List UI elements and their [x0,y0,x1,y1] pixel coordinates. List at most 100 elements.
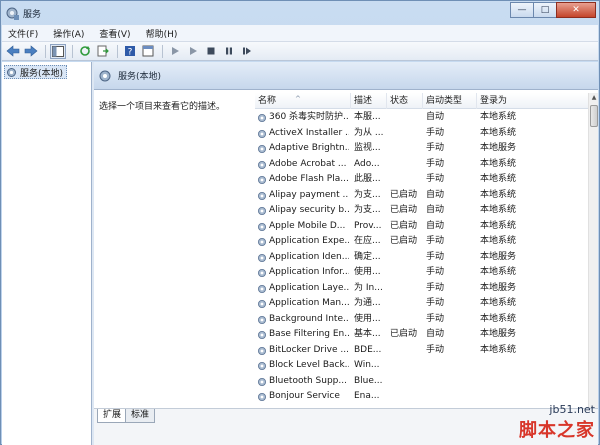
console-tree: 服务(本地) [2,62,92,445]
tab-standard[interactable]: 标准 [125,409,156,423]
service-row[interactable]: Bluetooth Supp... Blue... [255,374,588,390]
service-row[interactable]: ActiveX Installer ... 为从 ... 手动 本地系统 [255,126,588,142]
services-gear-icon [99,70,111,81]
service-row[interactable]: Adobe Acrobat ... Ado... 手动 本地系统 [255,157,588,173]
service-row[interactable]: Alipay payment ... 为支... 已启动 自动 本地系统 [255,188,588,204]
window-title: 服务 [23,10,42,20]
service-name: Alipay payment ... [269,189,349,200]
sort-ascending-icon: ^ [295,95,301,103]
play-icon [190,47,197,55]
service-row[interactable]: Application Iden... 确定... 手动 本地服务 [255,250,588,266]
service-startup-type: 自动 [426,112,445,122]
services-pane: 服务(本地) 选择一个项目来查看它的描述。 名称 ^ 描述 状态 启动类型 登录… [94,62,598,445]
services-window: 服务 — □ ✕ 文件(F) 操作(A) 查看(V) 帮助(H) ? 服务(本地… [0,0,600,445]
list-header: 名称 ^ 描述 状态 启动类型 登录为 [255,93,588,109]
service-log-on-as: 本地服务 [480,282,517,293]
service-status [390,265,423,281]
tree-item-services-local[interactable]: 服务(本地) [4,65,68,79]
service-gear-icon [258,129,266,138]
service-description: 监视... [354,143,381,153]
toolbar: ? [2,42,598,61]
vertical-scrollbar[interactable]: ▲ [588,93,598,408]
service-name: Alipay security b... [269,205,349,215]
service-status: 已启动 [390,220,418,231]
service-row[interactable]: Application Laye... 为 In... 手动 本地服务 [255,281,588,297]
menu-file[interactable]: 文件(F) [8,27,38,40]
service-gear-icon [258,114,266,122]
refresh-button[interactable] [77,44,93,59]
column-header-description[interactable]: 描述 [351,93,387,109]
start-service-alt-button[interactable] [185,44,201,59]
title-bar[interactable]: 服务 — □ ✕ [1,1,599,25]
services-list: 名称 ^ 描述 状态 启动类型 登录为 360 杀毒实时防护... 本服... 自动… [255,93,588,408]
service-startup-type: 手动 [426,298,445,308]
back-button[interactable] [5,44,21,59]
help-button[interactable]: ? [122,44,138,59]
service-status [390,110,423,126]
menu-help[interactable]: 帮助(H) [146,27,178,40]
main-content: 服务(本地) 服务(本地) 选择一个项目来查看它的描述。 名称 ^ 描述 状态 … [2,62,598,445]
service-status [390,358,423,374]
service-row[interactable]: Adobe Flash Pla... 此服... 手动 本地系统 [255,172,588,188]
close-button[interactable]: ✕ [556,2,596,18]
service-row[interactable]: Application Infor... 使用... 手动 本地系统 [255,265,588,281]
start-service-button[interactable] [167,44,183,59]
service-startup-type: 手动 [426,127,445,138]
service-name: Bonjour Service [269,391,340,401]
scroll-thumb[interactable] [590,105,598,127]
service-status [390,296,423,312]
service-status [390,172,423,188]
column-header-name[interactable]: 名称 ^ [255,93,351,109]
service-status: 已启动 [390,236,418,246]
service-row[interactable]: Alipay security b... 为支... 已启动 自动 本地系统 [255,203,588,219]
service-row[interactable]: Base Filtering En... 基本... 已启动 自动 本地服务 [255,327,588,343]
service-row[interactable]: Background Inte... 使用... 手动 本地系统 [255,312,588,328]
show-console-tree-button[interactable] [50,43,66,59]
pause-icon [226,47,232,55]
maximize-button[interactable]: □ [533,2,557,18]
column-header-startup-type[interactable]: 启动类型 [423,93,477,109]
service-startup-type: 自动 [426,329,445,339]
svg-text:?: ? [128,48,133,58]
service-log-on-as [480,374,540,390]
scroll-up-arrow-icon[interactable]: ▲ [589,93,599,103]
service-gear-icon [258,393,266,401]
minimize-button[interactable]: — [510,2,534,18]
tab-extended[interactable]: 扩展 [97,409,128,423]
column-label: 名称 [258,96,277,106]
help-icon: ? [125,46,135,58]
properties-icon [142,45,154,57]
service-startup-type: 手动 [426,313,445,324]
stop-service-button[interactable] [203,44,219,59]
pause-service-button[interactable] [221,44,237,59]
properties-button[interactable] [140,44,156,59]
service-row[interactable]: Apple Mobile D... Prov... 已启动 自动 本地系统 [255,219,588,235]
service-row[interactable]: 360 杀毒实时防护... 本服... 自动 本地系统 [255,110,588,126]
service-row[interactable]: Application Expe... 在应... 已启动 手动 本地系统 [255,234,588,250]
service-row[interactable]: Application Man... 为通... 手动 本地系统 [255,296,588,312]
service-row[interactable]: Adaptive Brightn... 监视... 手动 本地服务 [255,141,588,157]
column-header-status[interactable]: 状态 [387,93,423,109]
service-log-on-as: 本地系统 [480,158,517,169]
service-row[interactable]: Block Level Back... Win... [255,358,588,374]
service-log-on-as: 本地系统 [480,174,517,184]
service-startup-type: 手动 [426,174,445,184]
service-description: Win... [354,360,380,370]
menu-view[interactable]: 查看(V) [99,27,130,40]
service-description: Ena... [354,391,380,401]
column-header-log-on-as[interactable]: 登录为 [477,93,588,109]
service-gear-icon [258,207,266,215]
restart-icon [243,47,251,55]
restart-service-button[interactable] [239,44,255,59]
export-list-button[interactable] [95,44,111,59]
service-row[interactable]: BitLocker Drive ... BDE... 手动 本地系统 [255,343,588,359]
service-log-on-as: 本地系统 [480,220,517,231]
service-startup-type: 自动 [426,220,445,231]
service-name: Adobe Flash Pla... [269,174,349,184]
forward-button[interactable] [23,44,39,59]
service-startup-type [426,374,476,390]
menu-action[interactable]: 操作(A) [53,27,84,40]
pane-header: 服务(本地) [94,62,598,90]
export-list-icon [97,45,109,57]
pane-title: 服务(本地) [118,72,162,82]
